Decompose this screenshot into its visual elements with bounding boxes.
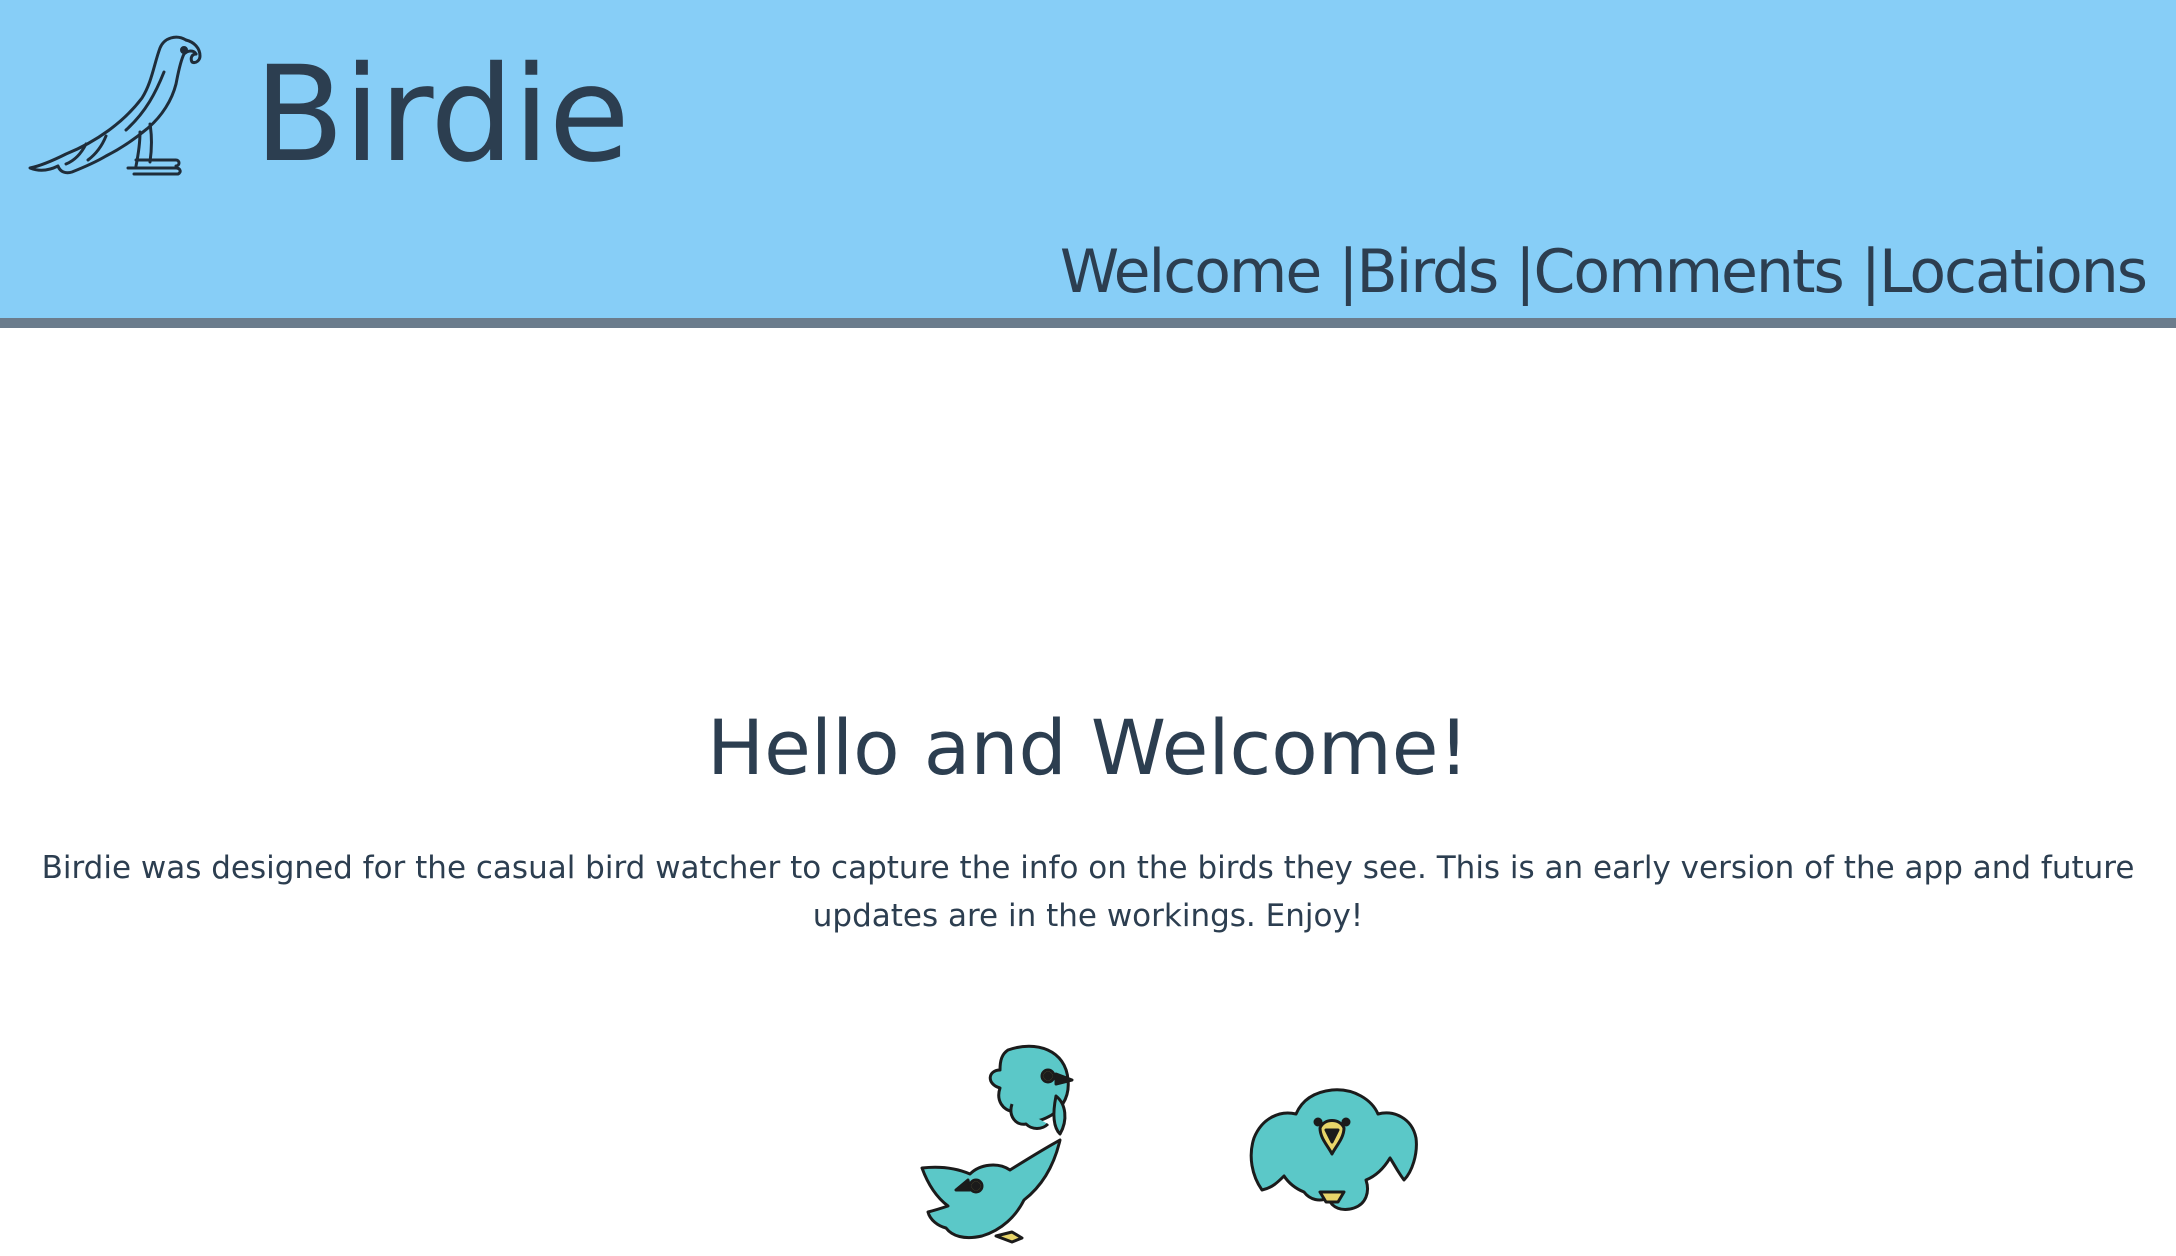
nav-link-birds[interactable]: Birds: [1357, 237, 1500, 307]
nav-separator: |: [1860, 237, 1881, 307]
intro-paragraph: Birdie was designed for the casual bird …: [41, 850, 2135, 934]
brand-title: Birdie: [254, 38, 630, 192]
nav-separator: |: [1515, 237, 1535, 307]
nav-link-welcome[interactable]: Welcome: [1060, 237, 1322, 307]
flying-blue-bird-icon: [1249, 1088, 1418, 1212]
nav-separator: |: [1338, 237, 1358, 307]
site-header: Birdie Welcome |Birds |Comments |Locations: [0, 0, 2176, 328]
bird-outline-icon[interactable]: [26, 32, 222, 184]
nav-link-comments[interactable]: Comments: [1534, 237, 1845, 307]
nav-link-locations[interactable]: Locations: [1879, 237, 2148, 307]
main-nav: Welcome |Birds |Comments |Locations: [1060, 232, 2148, 312]
page-title: Hello and Welcome!: [706, 703, 1470, 792]
two-blue-birds-icon: [920, 1044, 1074, 1244]
